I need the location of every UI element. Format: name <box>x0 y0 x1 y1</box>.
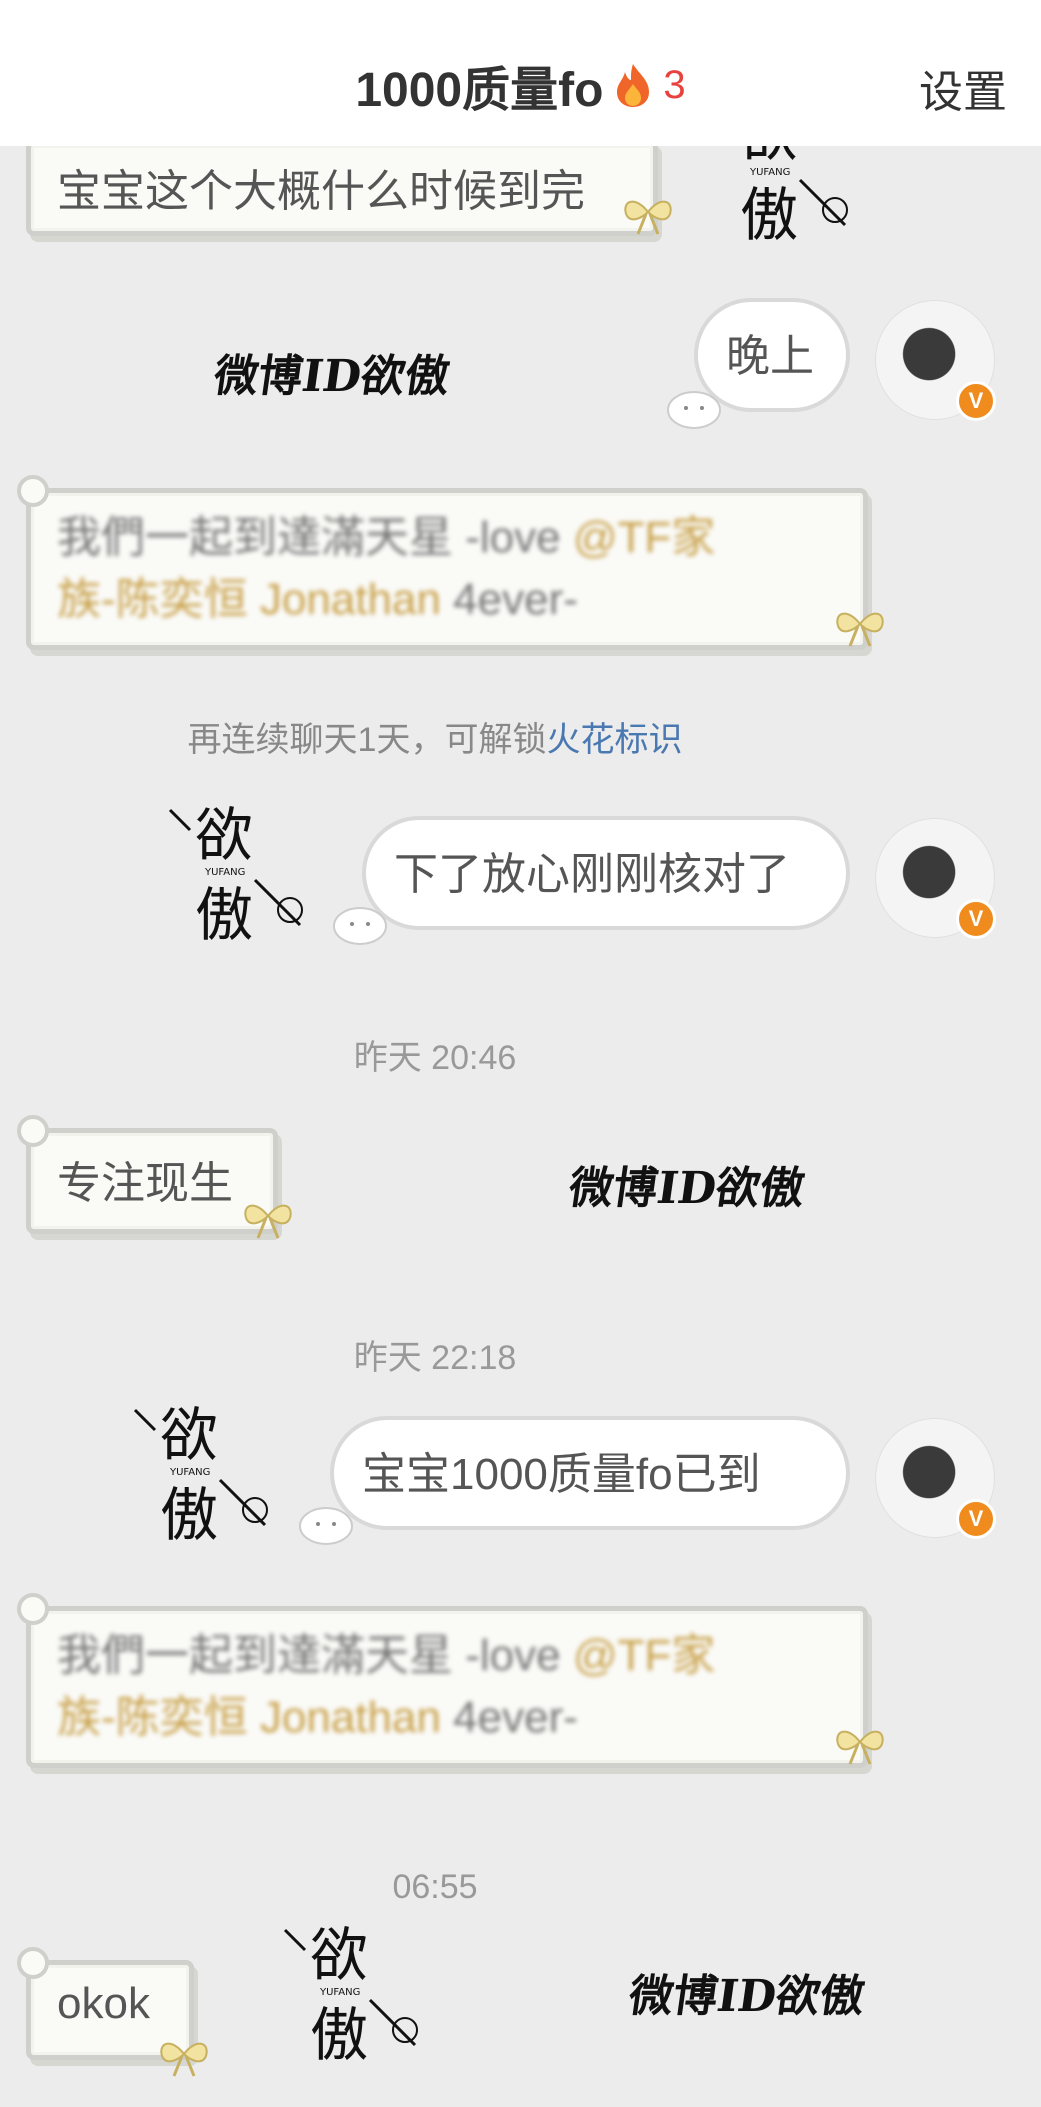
timestamp: 06:55 <box>392 1868 478 1906</box>
message-bubble-outgoing[interactable]: 我們一起到達滿天星 -love @TF家 族-陈奕恒 Jonathan 4eve… <box>17 475 868 650</box>
ribbon-bow-icon <box>836 612 884 647</box>
flame-icon <box>617 64 650 107</box>
message-bubble-outgoing[interactable]: 宝宝这个大概什么时候到完 <box>26 140 658 236</box>
verified-badge-icon: V <box>956 381 996 421</box>
svg-text:欲: 欲 <box>310 1921 368 1989</box>
logo-sub: YUFANG <box>749 167 790 178</box>
message-bubble-outgoing[interactable]: 我們一起到達滿天星 -love @TF家 族-陈奕恒 Jonathan 4eve… <box>17 1593 868 1768</box>
yufang-logo: 欲 YUFANG 傲 <box>168 801 303 949</box>
spark-badge-link[interactable]: 火花标识 <box>546 721 682 759</box>
svg-text:YUFANG: YUFANG <box>319 1987 360 1998</box>
timestamp: 昨天 20:46 <box>353 1039 517 1077</box>
timestamp: 昨天 22:18 <box>353 1339 517 1377</box>
message-text: okok <box>57 1979 150 2028</box>
cat-sticker-icon <box>299 1507 353 1545</box>
verified-badge-icon: V <box>956 1499 996 1539</box>
streak-count: 3 <box>663 62 686 107</box>
verified-badge-icon: V <box>956 899 996 939</box>
yufang-logo: 欲 YUFANG 傲 <box>283 1921 418 2069</box>
watermark: 微博ID欲傲 <box>625 1971 868 2022</box>
cat-sticker-icon <box>333 907 387 945</box>
blurred-message: 我們一起到達滿天星 -love @TF家 族-陈奕恒 Jonathan 4eve… <box>57 513 716 624</box>
chat-header: 1000质量fo 3 设置 <box>0 0 1041 146</box>
chat-title-text: 1000质量fo <box>355 64 604 117</box>
svg-text:傲: 傲 <box>310 2001 368 2069</box>
message-bubble-incoming[interactable]: 下了放心刚刚核对了 <box>362 816 850 930</box>
ribbon-bow-icon <box>244 1204 292 1239</box>
message-text: 宝宝这个大概什么时候到完 <box>57 167 585 216</box>
message-text: 专注现生 <box>57 1159 233 1208</box>
watermark: 微博ID欲傲 <box>565 1163 808 1214</box>
svg-text:欲: 欲 <box>160 1401 218 1469</box>
svg-text:傲: 傲 <box>160 1481 218 1549</box>
spark-notice: 再连续聊天1天，可解锁火花标识 <box>187 721 683 759</box>
logo-bottom-char: 傲 <box>740 181 798 249</box>
message-text: 宝宝1000质量fo已到 <box>362 1450 761 1499</box>
settings-button[interactable]: 设置 <box>919 56 1007 120</box>
svg-text:欲: 欲 <box>195 801 253 869</box>
ribbon-bow-icon <box>160 2042 208 2077</box>
watermark: 微博ID欲傲 <box>210 351 453 402</box>
svg-text:傲: 傲 <box>195 881 253 949</box>
message-bubble-incoming[interactable]: 宝宝1000质量fo已到 <box>330 1416 850 1530</box>
message-text: 下了放心刚刚核对了 <box>394 850 790 899</box>
chat-title: 1000质量fo 3 <box>0 50 1041 120</box>
avatar[interactable]: V <box>875 300 996 421</box>
ribbon-bow-icon <box>624 200 672 235</box>
blurred-message: 我們一起到達滿天星 -love @TF家 族-陈奕恒 Jonathan 4eve… <box>57 1631 716 1742</box>
avatar[interactable]: V <box>875 1418 996 1539</box>
cat-sticker-icon <box>667 391 721 429</box>
yufang-logo: 欲 YUFANG 傲 <box>133 1401 268 1549</box>
message-text: 晚上 <box>726 332 814 381</box>
ribbon-bow-icon <box>836 1730 884 1765</box>
svg-text:YUFANG: YUFANG <box>204 867 245 878</box>
avatar[interactable]: V <box>875 818 996 939</box>
svg-text:YUFANG: YUFANG <box>169 1467 210 1478</box>
